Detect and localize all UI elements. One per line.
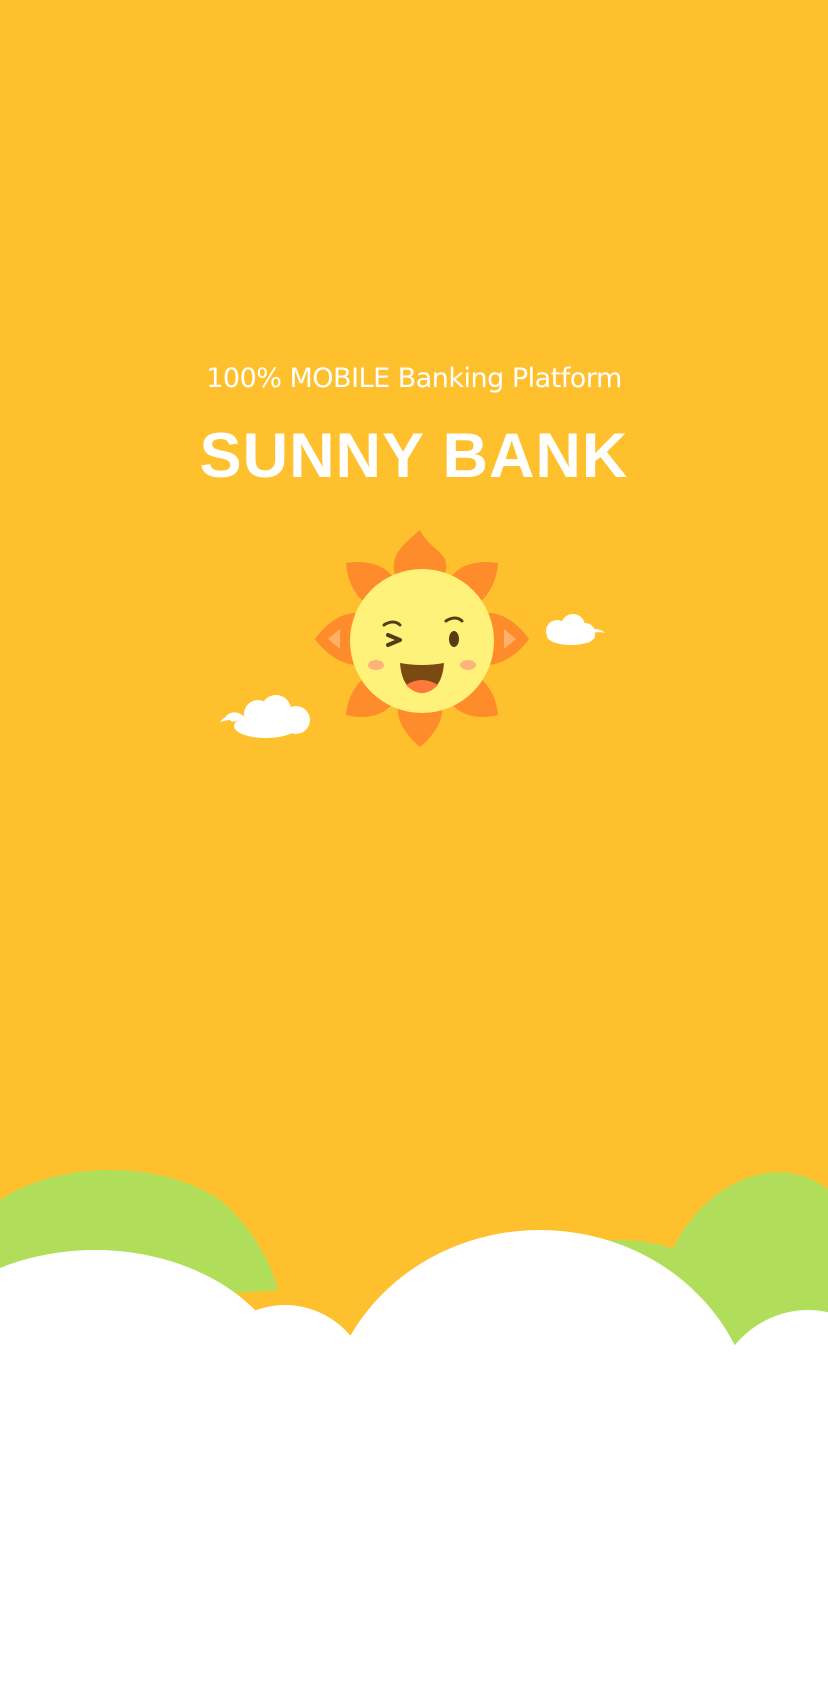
sun-mascot-icon: [315, 530, 529, 747]
cloud-icon: [220, 695, 310, 738]
tagline: 100% MOBILE Banking Platform: [206, 363, 622, 394]
brand-title: SUNNY BANK: [199, 421, 629, 491]
splash-screen: 100% MOBILE Banking Platform SUNNY BANK: [0, 0, 828, 1692]
ground-scenery: [0, 1170, 828, 1692]
cloud-icon: [546, 614, 605, 645]
